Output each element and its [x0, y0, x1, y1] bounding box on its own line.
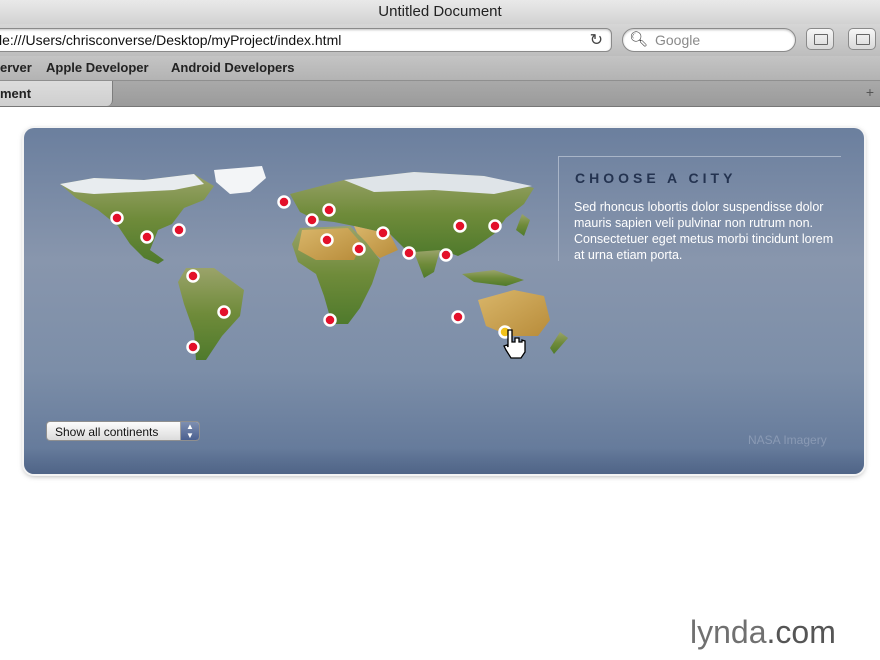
search-placeholder: Google — [655, 32, 701, 48]
new-tab-icon[interactable]: + — [866, 84, 874, 100]
reload-icon[interactable]: ↻ — [590, 30, 603, 50]
tab-active[interactable]: ment — [0, 81, 113, 106]
city-marker — [186, 340, 200, 354]
city-marker — [376, 226, 390, 240]
city-marker — [186, 269, 200, 283]
city-marker — [488, 219, 502, 233]
bookmark-item[interactable]: erver — [0, 60, 32, 75]
city-marker — [305, 213, 319, 227]
city-info-box: CHOOSE A CITY Sed rhoncus lobortis dolor… — [558, 156, 841, 262]
address-text: le:///Users/chrisconverse/Desktop/myProj… — [0, 32, 342, 48]
logo-suffix: .com — [766, 614, 836, 650]
bookmark-item[interactable]: Android Developers — [171, 60, 295, 75]
city-marker — [140, 230, 154, 244]
city-marker — [322, 203, 336, 217]
city-marker — [451, 310, 465, 324]
tab-label: ment — [0, 86, 32, 101]
japan-shape — [516, 214, 530, 236]
image-credit: NASA Imagery — [748, 433, 827, 447]
bookmarks-bar: erver Apple Developer Android Developers — [0, 56, 880, 81]
bookmark-icon — [814, 34, 828, 45]
city-marker — [172, 223, 186, 237]
city-marker — [453, 219, 467, 233]
world-map — [60, 166, 568, 360]
address-bar[interactable]: le:///Users/chrisconverse/Desktop/myProj… — [0, 28, 612, 52]
city-marker — [277, 195, 291, 209]
india-shape — [414, 250, 440, 278]
logo-text: lynda — [690, 614, 767, 650]
city-marker — [110, 211, 124, 225]
new-zealand-shape — [550, 332, 568, 354]
search-icon: 🔍︎ — [629, 31, 649, 48]
continent-select-value: Show all continents — [55, 425, 159, 439]
continent-select[interactable]: Show all continents ▲ ▼ — [46, 421, 200, 441]
city-marker — [439, 248, 453, 262]
city-marker — [402, 246, 416, 260]
bookmark-button[interactable] — [806, 28, 834, 50]
panel-footer-band — [24, 448, 864, 474]
city-marker — [352, 242, 366, 256]
city-map-panel: CHOOSE A CITY Sed rhoncus lobortis dolor… — [24, 128, 864, 474]
browser-toolbar: le:///Users/chrisconverse/Desktop/myProj… — [0, 24, 880, 56]
choose-city-heading: CHOOSE A CITY — [575, 170, 737, 186]
city-description: Sed rhoncus lobortis dolor suspendisse d… — [574, 200, 834, 262]
select-arrows-icon: ▲ ▼ — [180, 422, 199, 440]
city-marker — [323, 313, 337, 327]
australia-shape — [478, 290, 550, 336]
bookmark-item[interactable]: Apple Developer — [46, 60, 149, 75]
search-field[interactable]: 🔍︎ Google — [622, 28, 796, 52]
greenland-shape — [214, 166, 266, 194]
city-marker — [217, 305, 231, 319]
tab-bar: ment + — [0, 81, 880, 107]
sidebar-button[interactable] — [848, 28, 876, 50]
window-title: Untitled Document — [0, 0, 880, 24]
indonesia-shape — [462, 270, 524, 286]
city-marker — [320, 233, 334, 247]
lynda-logo: lynda.com — [690, 614, 836, 651]
window-icon — [856, 34, 870, 45]
